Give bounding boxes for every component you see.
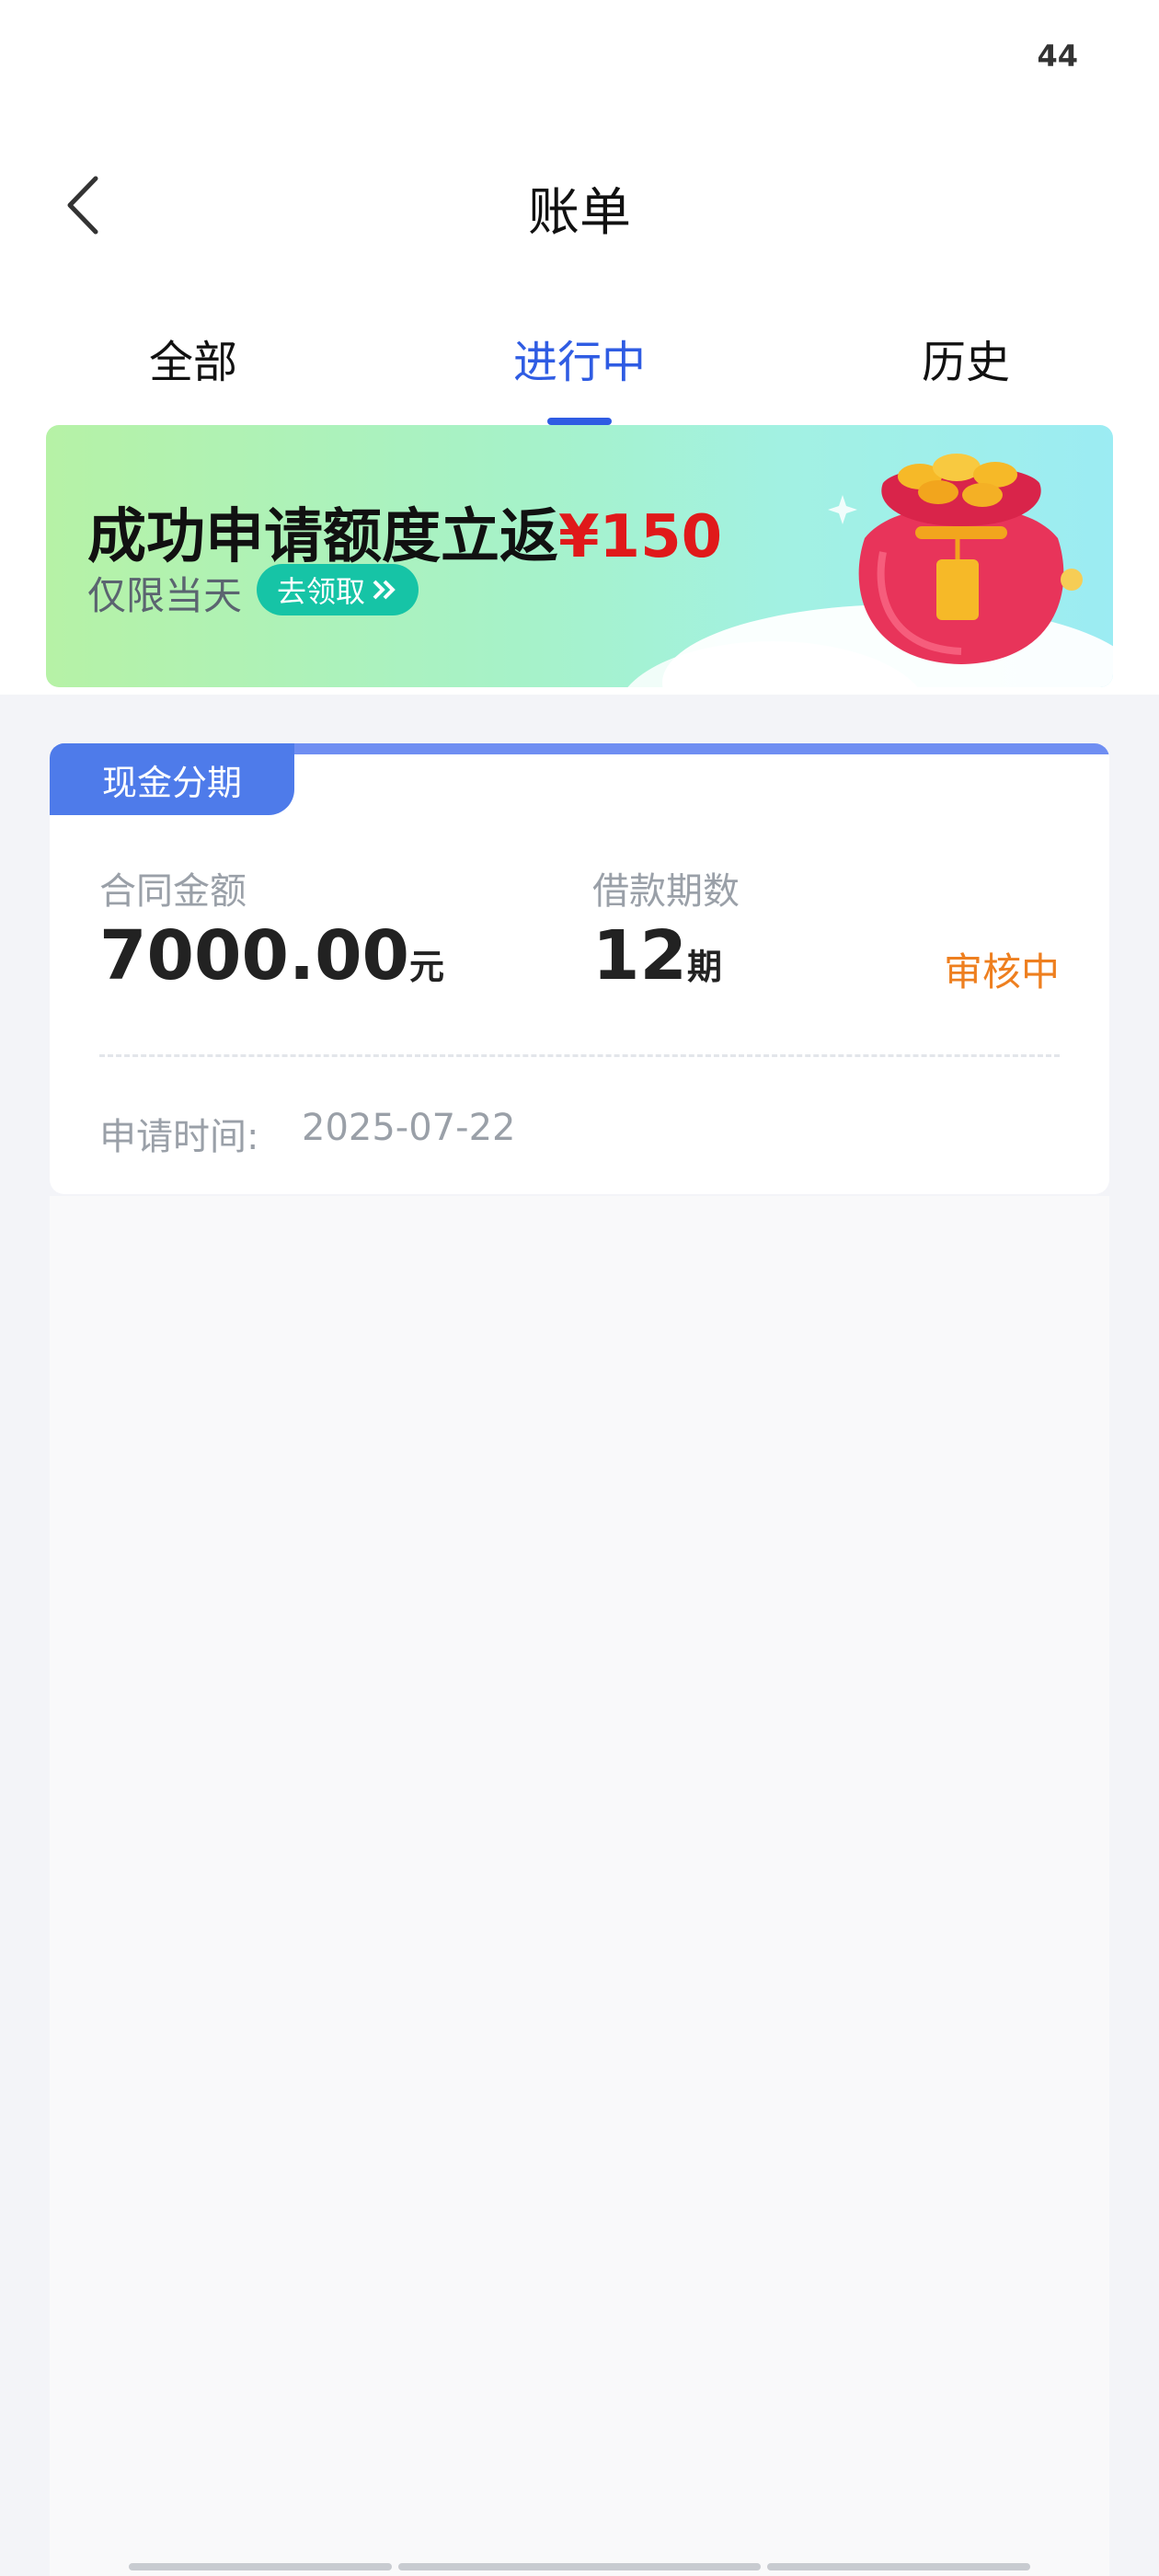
bill-card[interactable]: 现金分期 合同金额 7000.00元 借款期数 12期 审核中 申请时间: 20… xyxy=(50,743,1109,1194)
banner-headline: 成功申请额度立返¥150 xyxy=(87,489,722,574)
contract-amount: 7000.00元 xyxy=(99,916,444,995)
tab-all[interactable]: 全部 xyxy=(55,326,331,390)
apply-time-value: 2025-07-22 xyxy=(302,1107,516,1149)
dashed-divider xyxy=(99,1054,1060,1057)
active-tab-indicator xyxy=(547,418,612,425)
battery-indicator: 44 xyxy=(1037,39,1078,74)
contract-amount-label: 合同金额 xyxy=(99,870,247,913)
periods-value: 12 xyxy=(592,916,687,995)
claim-button-label: 去领取 xyxy=(276,574,365,609)
contract-amount-value: 7000.00 xyxy=(99,916,410,995)
banner-subtitle: 仅限当天 xyxy=(87,573,243,618)
product-tag: 现金分期 xyxy=(50,743,294,815)
periods-unit: 期 xyxy=(686,947,722,987)
banner-amount: ¥150 xyxy=(558,503,723,571)
periods-label: 借款期数 xyxy=(592,870,740,913)
banner-headline-text: 成功申请额度立返 xyxy=(87,503,558,571)
status-badge: 审核中 xyxy=(943,949,1060,995)
loan-periods: 12期 xyxy=(592,916,722,995)
tab-in-progress[interactable]: 进行中 xyxy=(442,326,717,390)
page-title: 账单 xyxy=(528,183,631,243)
double-chevron-icon xyxy=(373,580,396,600)
promo-banner[interactable]: 成功申请额度立返¥150 仅限当天 去领取 xyxy=(46,425,1113,687)
claim-button[interactable]: 去领取 xyxy=(257,564,419,615)
list-area xyxy=(50,1196,1109,2576)
scroll-indicator[interactable] xyxy=(129,2563,392,2570)
red-money-bag-icon xyxy=(828,454,1083,664)
contract-amount-unit: 元 xyxy=(409,947,445,987)
apply-time-label: 申请时间: xyxy=(99,1116,259,1158)
tab-history[interactable]: 历史 xyxy=(828,326,1104,390)
scroll-indicator[interactable] xyxy=(767,2563,1030,2570)
scroll-indicator[interactable] xyxy=(398,2563,761,2570)
